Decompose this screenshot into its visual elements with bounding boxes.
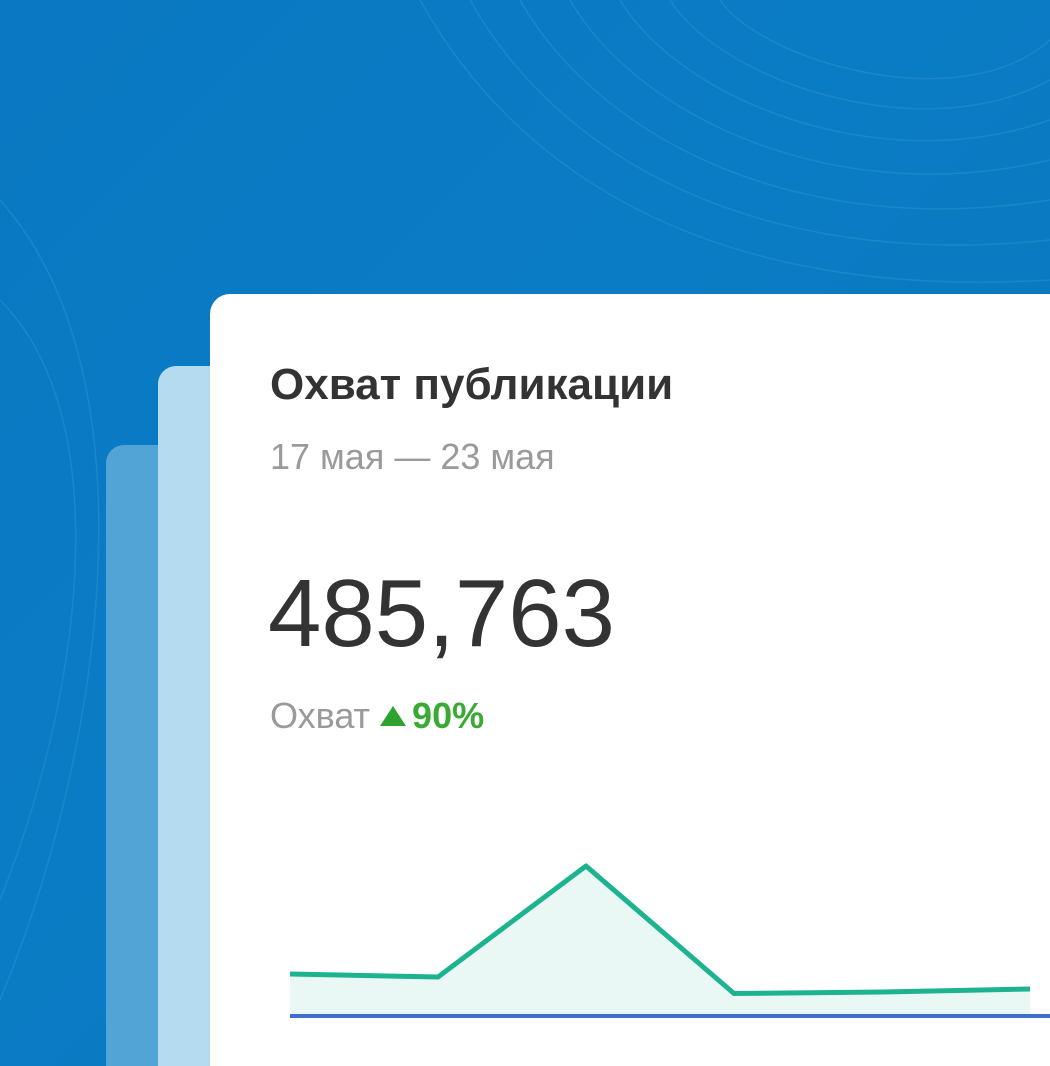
date-range: 17 мая — 23 мая [270, 436, 555, 477]
up-triangle-icon [380, 706, 407, 726]
reach-chart [289, 863, 1050, 1018]
metric-row: Охват 90% [270, 694, 484, 738]
card-title: Охват публикации [270, 360, 674, 409]
metric-label: Охват [270, 695, 371, 736]
reach-card: Охват публикации 17 мая — 23 мая 485,763… [210, 294, 1050, 1066]
metric-change: 90% [412, 695, 485, 736]
reach-value: 485,763 [268, 560, 616, 667]
